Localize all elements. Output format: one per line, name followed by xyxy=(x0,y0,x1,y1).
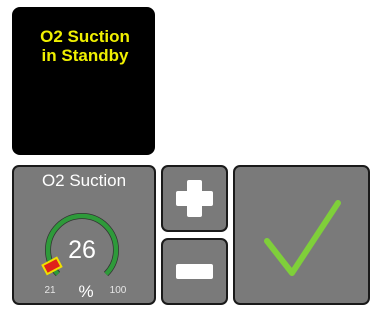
standby-status-text: O2 Suction in Standby xyxy=(20,27,150,65)
decrease-button[interactable] xyxy=(161,238,228,305)
status-line-1: O2 Suction xyxy=(40,27,130,46)
o2-suction-gauge[interactable]: O2 Suction 26 % 21 100 xyxy=(12,165,156,305)
standby-status-panel: O2 Suction in Standby xyxy=(12,7,155,155)
minus-icon xyxy=(176,264,213,279)
gauge-unit: % xyxy=(78,282,93,301)
gauge-graphic: 26 % 21 100 xyxy=(41,213,127,301)
gauge-value: 26 xyxy=(68,236,96,264)
gauge-min-label: 21 xyxy=(44,285,56,296)
plus-icon xyxy=(176,180,213,217)
gauge-max-label: 100 xyxy=(110,285,127,296)
checkmark-icon xyxy=(264,200,341,276)
confirm-button[interactable] xyxy=(233,165,370,305)
increase-button[interactable] xyxy=(161,165,228,232)
status-line-2: in Standby xyxy=(41,46,129,65)
